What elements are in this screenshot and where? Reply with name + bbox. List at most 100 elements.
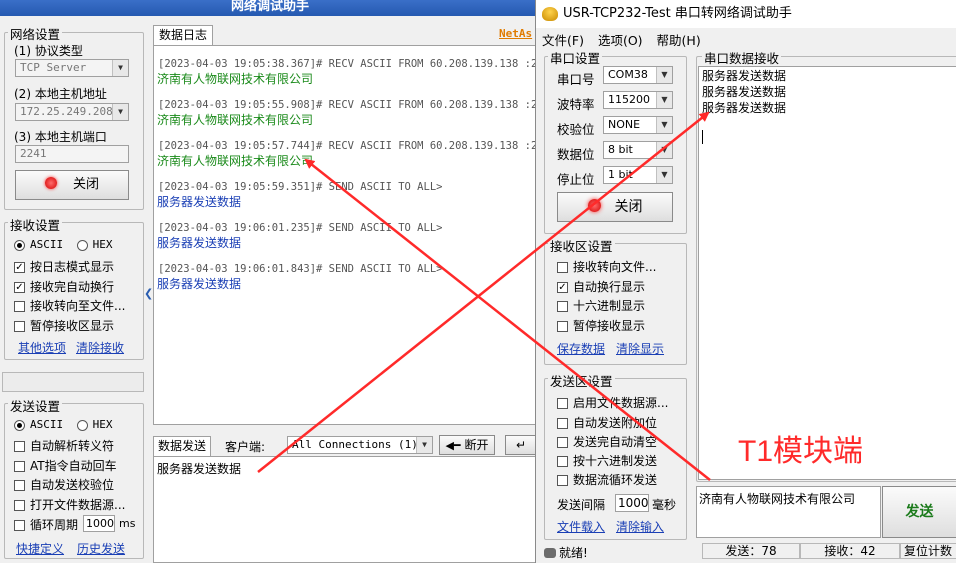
chevron-down-icon: ▼	[656, 67, 672, 83]
host-select[interactable]: 172.25.249.208 ▼	[15, 103, 129, 121]
send-history-link[interactable]: 历史发送	[77, 540, 125, 557]
collapse-arrow-icon[interactable]: ❮	[144, 284, 153, 304]
close-serial-button[interactable]: 关闭	[557, 192, 673, 222]
checkbox[interactable]	[557, 301, 568, 312]
send-loop-option[interactable]: 循环周期	[14, 516, 78, 533]
status-light-icon	[44, 177, 57, 189]
checkbox[interactable]	[14, 321, 25, 332]
port-input[interactable]: 2241	[15, 145, 129, 163]
log-spacer	[154, 210, 536, 222]
file-source-option[interactable]: 启用文件数据源...	[557, 394, 668, 411]
send-button[interactable]: 发送	[882, 486, 956, 538]
checkbox[interactable]	[14, 461, 25, 472]
clear-display-link[interactable]: 清除显示	[616, 340, 664, 357]
save-data-link[interactable]: 保存数据	[557, 340, 605, 357]
checkbox[interactable]	[14, 301, 25, 312]
recv-hex-radio[interactable]	[76, 239, 88, 251]
client-select[interactable]: All Connections (1) ▼	[287, 436, 433, 454]
send-interval-label: 发送间隔	[557, 498, 606, 512]
recv-line: 服务器发送数据	[702, 69, 787, 83]
checkbox[interactable]	[557, 262, 568, 273]
disconnect-button[interactable]: ◀━ 断开	[439, 435, 495, 455]
checkbox-checked[interactable]: ✓	[14, 262, 25, 273]
menu-file[interactable]: 文件(F)	[542, 33, 584, 48]
window-title-bar: USR-TCP232-Test 串口转网络调试助手	[536, 0, 956, 28]
send-escape-option[interactable]: 自动解析转义符	[14, 437, 114, 454]
protocol-select[interactable]: TCP Server ▼	[15, 59, 129, 77]
send-ascii-radio[interactable]	[14, 419, 25, 431]
serial-send-input[interactable]: 济南有人物联网技术有限公司	[696, 486, 881, 538]
chevron-down-icon: ▼	[656, 117, 672, 133]
serial-receive-area[interactable]: 服务器发送数据 服务器发送数据 服务器发送数据	[698, 66, 956, 480]
auto-newline-option[interactable]: ✓ 自动换行显示	[557, 278, 645, 295]
stop-bits-select[interactable]: 1 bit ▼	[603, 166, 673, 184]
send-toolbar: 数据发送 客户端: All Connections (1) ▼ ◀━ 断开 ↵	[153, 434, 537, 456]
return-icon: ↵	[515, 438, 527, 452]
recv-log-mode-option[interactable]: ✓ 按日志模式显示	[14, 258, 114, 275]
close-connection-button[interactable]: 关闭	[15, 170, 129, 200]
annotation-label: T1模块端	[738, 435, 864, 468]
menu-help[interactable]: 帮助(H)	[657, 33, 701, 48]
baud-rate-select[interactable]: 115200 ▼	[603, 91, 673, 109]
send-checksum-option[interactable]: 自动发送校验位	[14, 476, 114, 493]
recv-auto-newline-option[interactable]: ✓ 接收完自动换行	[14, 278, 114, 295]
pause-display-option[interactable]: 暂停接收显示	[557, 317, 645, 334]
checkbox[interactable]	[14, 480, 25, 491]
recv-pause-option[interactable]: 暂停接收区显示	[14, 317, 114, 334]
recv-to-file-option[interactable]: 接收转向至文件...	[14, 297, 142, 314]
stop-bits-label: 停止位	[557, 172, 595, 187]
data-bits-select[interactable]: 8 bit ▼	[603, 141, 673, 159]
checkbox[interactable]	[557, 398, 568, 409]
hex-send-option[interactable]: 按十六进制发送	[557, 452, 657, 469]
log-entry-header: [2023-04-03 19:06:01.235]# SEND ASCII TO…	[158, 222, 443, 234]
auto-append-option[interactable]: 自动发送附加位	[557, 414, 657, 431]
checkbox[interactable]	[557, 475, 568, 486]
return-button[interactable]: ↵	[505, 435, 537, 455]
parity-select[interactable]: NONE ▼	[603, 116, 673, 134]
ready-icon	[544, 548, 556, 558]
checkbox[interactable]	[557, 437, 568, 448]
menu-options[interactable]: 选项(O)	[598, 33, 643, 48]
network-debug-window: 网络调试助手 网络设置 (1) 协议类型 TCP Server ▼ (2) 本地主…	[0, 0, 540, 563]
log-entry-header: [2023-04-03 19:05:57.744]# RECV ASCII FR…	[158, 140, 536, 152]
loop-period-input[interactable]: 1000	[83, 515, 115, 532]
send-at-cr-option[interactable]: AT指令自动回车	[14, 457, 117, 474]
checkbox-checked[interactable]: ✓	[557, 282, 568, 293]
checkbox[interactable]	[14, 520, 25, 531]
send-interval-input[interactable]: 1000	[615, 494, 649, 512]
netassist-link[interactable]: NetAs	[499, 27, 532, 40]
menu-bar: 文件(F) 选项(O) 帮助(H)	[542, 30, 715, 49]
load-file-link[interactable]: 文件载入	[557, 518, 605, 535]
tab-data-log[interactable]: 数据日志	[153, 25, 213, 45]
clear-receive-link[interactable]: 清除接收	[76, 339, 124, 356]
data-log-area[interactable]: [2023-04-03 19:05:38.367]# RECV ASCII FR…	[153, 45, 537, 425]
other-options-link[interactable]: 其他选项	[18, 339, 66, 356]
send-interval-unit: 毫秒	[652, 498, 677, 512]
recv-to-file-option[interactable]: 接收转向文件...	[557, 258, 656, 275]
log-entry-message: 服务器发送数据	[157, 236, 242, 250]
recv-ascii-radio[interactable]	[14, 239, 25, 251]
status-ready: 就绪!	[544, 544, 588, 561]
loop-send-option[interactable]: 数据流循环发送	[557, 471, 657, 488]
checkbox[interactable]	[557, 456, 568, 467]
arrow-left-icon: ◀━	[445, 439, 461, 452]
log-entry-header: [2023-04-03 19:05:59.351]# SEND ASCII TO…	[158, 181, 443, 193]
checkbox-checked[interactable]: ✓	[14, 282, 25, 293]
send-text-input[interactable]: 服务器发送数据	[153, 456, 537, 563]
quick-define-link[interactable]: 快捷定义	[16, 540, 64, 557]
log-entry-message: 济南有人物联网技术有限公司	[157, 154, 314, 168]
checkbox[interactable]	[557, 321, 568, 332]
clear-input-link[interactable]: 清除输入	[616, 518, 664, 535]
tab-data-send[interactable]: 数据发送	[153, 436, 211, 456]
checkbox[interactable]	[14, 441, 25, 452]
checkbox[interactable]	[557, 418, 568, 429]
send-hex-radio[interactable]	[76, 419, 88, 431]
recv-format-radio-group: ASCII HEX	[14, 238, 113, 251]
com-port-select[interactable]: COM38 ▼	[603, 66, 673, 84]
send-file-source-option[interactable]: 打开文件数据源...	[14, 496, 142, 513]
checkbox[interactable]	[14, 500, 25, 511]
data-bits-label: 数据位	[557, 147, 595, 162]
auto-clear-option[interactable]: 发送完自动清空	[557, 433, 657, 450]
hex-display-option[interactable]: 十六进制显示	[557, 297, 645, 314]
reset-count-button[interactable]: 复位计数	[900, 543, 956, 559]
